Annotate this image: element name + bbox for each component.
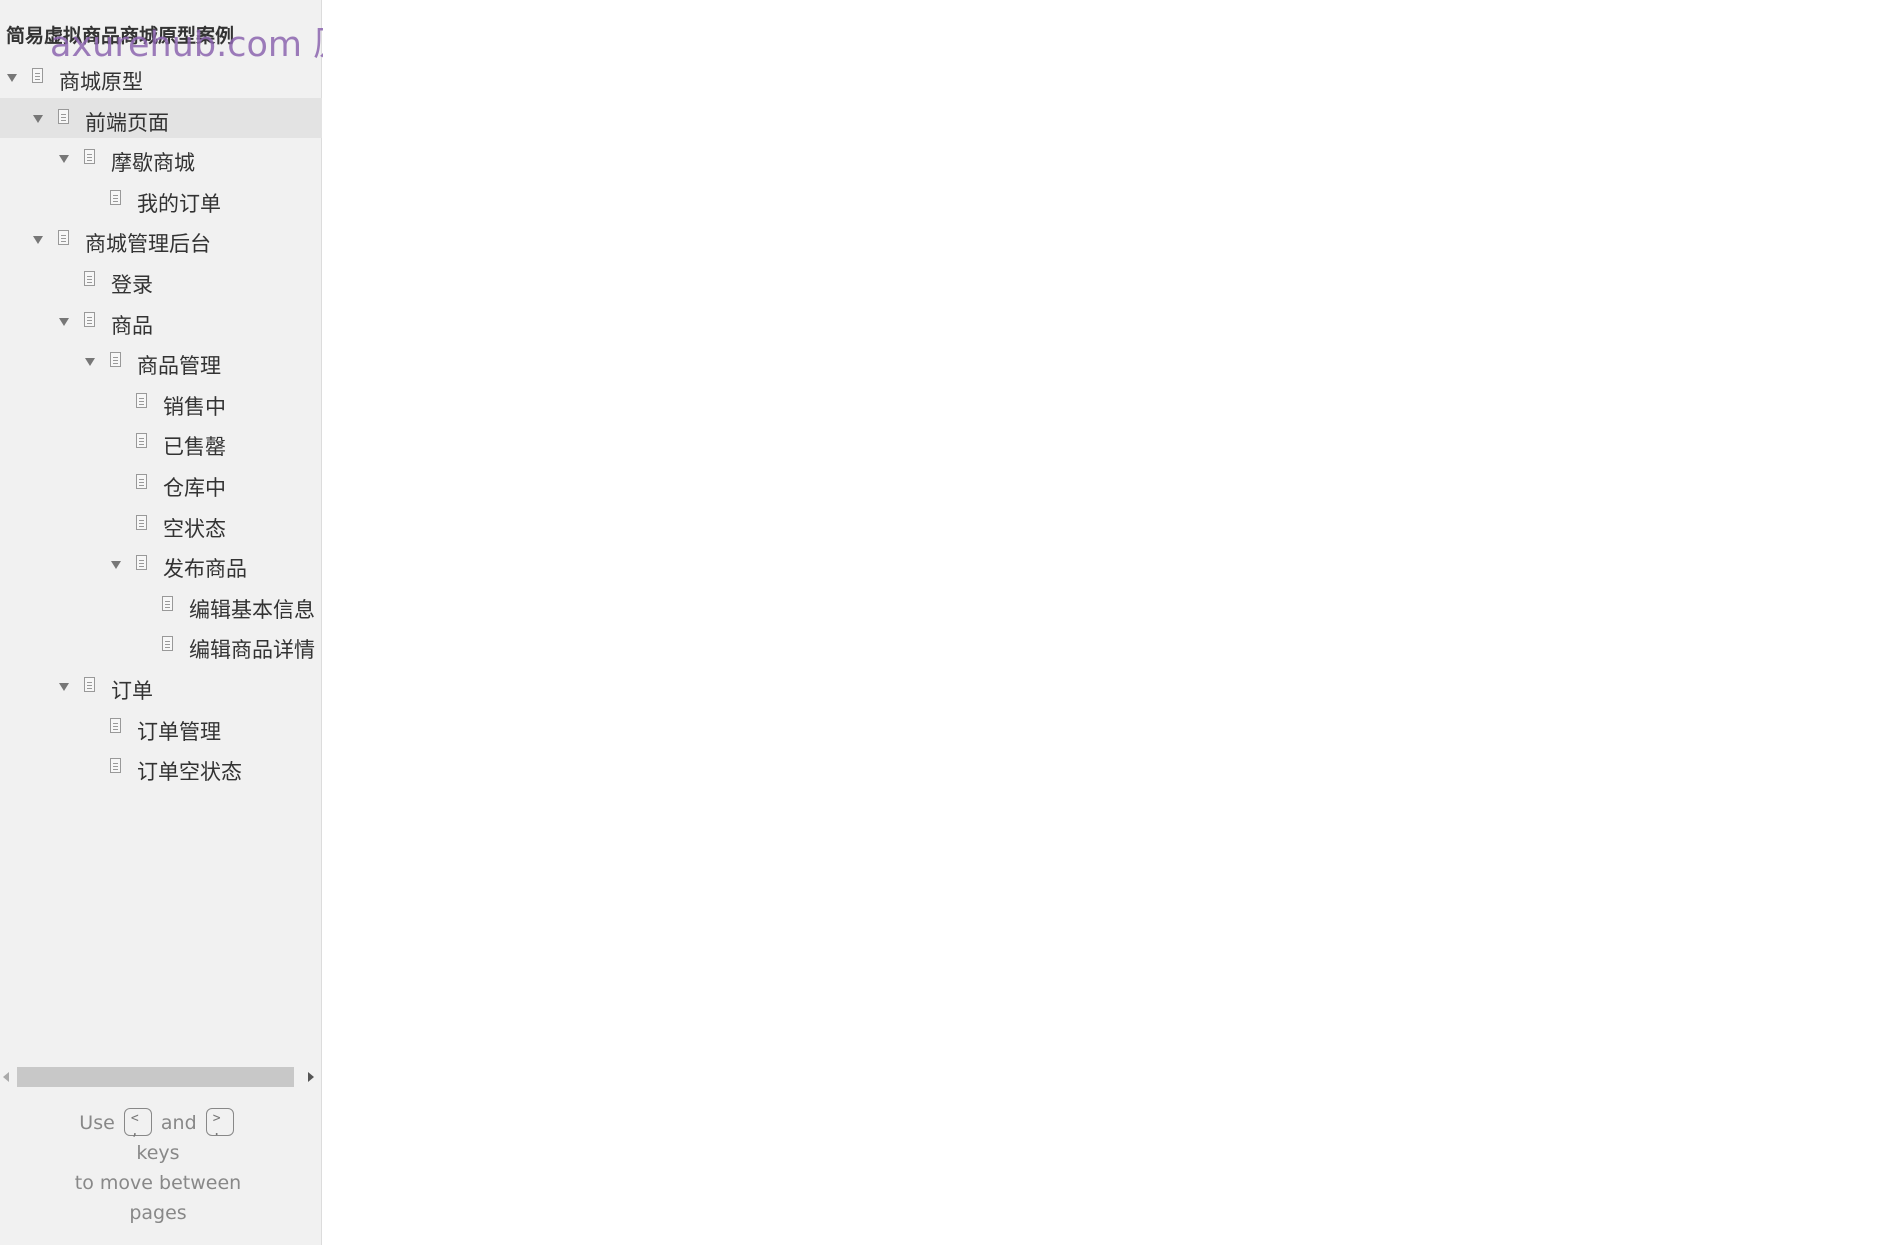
tree-item[interactable]: 前端页面 <box>0 97 322 139</box>
triangle-down-icon[interactable] <box>111 561 121 570</box>
tree-item-label: 商品管理 <box>137 354 221 379</box>
tree-item-label: 已售罄 <box>163 435 226 460</box>
page-icon <box>136 514 147 530</box>
tree-item-label: 订单空状态 <box>137 760 242 785</box>
tree-item-label: 空状态 <box>163 516 226 541</box>
scroll-right-icon[interactable] <box>308 1072 314 1082</box>
page-icon <box>58 108 69 124</box>
scroll-left-icon[interactable] <box>3 1072 9 1082</box>
tree-item-label: 编辑基本信息 <box>189 597 315 622</box>
tree-item[interactable]: 登录 <box>0 260 322 301</box>
page-icon <box>136 555 147 571</box>
triangle-down-icon[interactable] <box>33 236 43 245</box>
tree-item[interactable]: 已售罄 <box>0 422 322 463</box>
page-icon <box>110 189 121 205</box>
page-icon <box>84 676 95 692</box>
tree-item-label: 商城原型 <box>59 70 143 94</box>
page-content-area <box>323 0 1893 1245</box>
tree-item-label: 商城管理后台 <box>85 232 211 257</box>
tree-item-label: 销售中 <box>163 394 226 419</box>
page-icon <box>84 149 95 165</box>
triangle-down-icon[interactable] <box>59 155 69 164</box>
tree-item[interactable]: 我的订单 <box>0 179 322 220</box>
help-line-2: to move between <box>74 1172 242 1194</box>
tree-item[interactable]: 订单空状态 <box>0 747 322 788</box>
tree-item-label: 订单管理 <box>137 719 221 744</box>
tree-item-label: 我的订单 <box>137 191 221 216</box>
tree-item-label: 仓库中 <box>163 475 226 500</box>
tree-item[interactable]: 摩歇商城 <box>0 138 322 179</box>
scrollbar-thumb[interactable] <box>17 1067 294 1087</box>
keyboard-help: Use <, and >. keys to move between pages <box>60 1108 256 1228</box>
page-icon <box>136 473 147 489</box>
triangle-down-icon[interactable] <box>59 682 69 691</box>
page-icon <box>32 68 43 83</box>
tree-item[interactable]: 销售中 <box>0 382 322 423</box>
next-key-icon: >. <box>205 1108 234 1138</box>
tree-item-label: 登录 <box>111 272 153 297</box>
page-icon <box>58 230 69 246</box>
page-icon <box>162 595 173 611</box>
triangle-down-icon[interactable] <box>7 74 17 82</box>
triangle-down-icon[interactable] <box>59 317 69 326</box>
page-tree: 商城原型前端页面摩歇商城我的订单商城管理后台登录商品商品管理销售中已售罄仓库中空… <box>0 57 322 788</box>
tree-item[interactable]: 商品 <box>0 301 322 342</box>
help-keys-text: keys <box>136 1142 180 1164</box>
tree-item-label: 摩歇商城 <box>111 151 195 176</box>
tree-item[interactable]: 商城原型 <box>0 57 322 98</box>
tree-item-label: 订单 <box>111 678 153 703</box>
triangle-down-icon[interactable] <box>85 358 95 367</box>
page-icon <box>136 392 147 408</box>
horizontal-scrollbar[interactable] <box>0 1066 322 1088</box>
page-icon <box>162 636 173 652</box>
tree-item[interactable]: 仓库中 <box>0 463 322 504</box>
tree-item-label: 前端页面 <box>85 110 169 135</box>
help-line-3: pages <box>129 1202 187 1224</box>
triangle-down-icon[interactable] <box>33 114 43 123</box>
tree-item[interactable]: 订单管理 <box>0 707 322 748</box>
page-icon <box>136 433 147 449</box>
tree-item[interactable]: 编辑商品详情 <box>0 625 322 666</box>
page-icon <box>110 717 121 733</box>
page-icon <box>84 270 95 286</box>
prev-key-icon: <, <box>123 1108 152 1138</box>
page-icon <box>84 311 95 327</box>
tree-item[interactable]: 发布商品 <box>0 544 322 585</box>
tree-item[interactable]: 商城管理后台 <box>0 219 322 260</box>
tree-item-label: 商品 <box>111 313 153 338</box>
page-icon <box>110 352 121 368</box>
help-use-text: Use <box>79 1112 115 1134</box>
sitemap-panel: 简易虚拟商品商城原型案例 axurehub.com 原型资源站 商城原型 前端页面… <box>0 0 488 1245</box>
tree-item[interactable]: 空状态 <box>0 504 322 545</box>
help-and-text: and <box>160 1112 197 1134</box>
tree-item-label: 编辑商品详情 <box>189 638 315 663</box>
tree-item[interactable]: 编辑基本信息 <box>0 585 322 626</box>
tree-item[interactable]: 订单 <box>0 666 322 707</box>
page-icon <box>110 758 121 774</box>
tree-item-label: 发布商品 <box>163 557 247 582</box>
tree-item[interactable]: 商品管理 <box>0 341 322 382</box>
